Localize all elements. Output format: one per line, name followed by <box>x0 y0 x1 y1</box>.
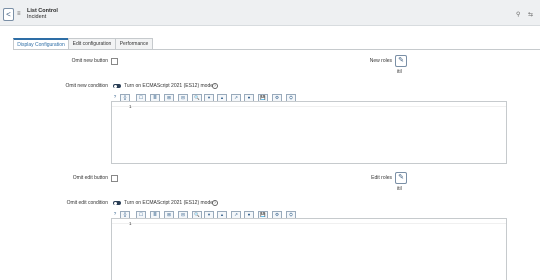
omit-new-condition-label: Omit new condition <box>65 83 108 89</box>
omit-edit-button-checkbox[interactable] <box>111 175 118 182</box>
help-icon[interactable]: ? <box>212 83 218 89</box>
current-line-highlight <box>112 106 506 107</box>
omit-new-button-label: Omit new button <box>71 58 108 64</box>
help-icon[interactable]: ? <box>111 94 119 100</box>
attachment-icon[interactable]: ⚲ <box>516 11 520 18</box>
es12-mode-label: Turn on ECMAScript 2021 (ES12) mode <box>124 83 214 89</box>
help-icon[interactable]: ? <box>212 200 218 206</box>
es12-mode-label-edit: Turn on ECMAScript 2021 (ES12) mode <box>124 200 214 206</box>
new-roles-label: New roles <box>369 58 392 64</box>
edit-roles-edit-button[interactable]: ✎ <box>395 172 407 184</box>
omit-new-button-checkbox[interactable] <box>111 58 118 65</box>
edit-roles-label: Edit roles <box>371 175 392 181</box>
edit-condition-script-editor[interactable]: 1 <box>111 218 507 280</box>
es12-mode-toggle-edit[interactable] <box>113 201 121 205</box>
omit-edit-condition-label: Omit edit condition <box>66 200 108 206</box>
more-options-icon[interactable]: ⇆ <box>528 11 533 18</box>
omit-edit-button-label: Omit edit button <box>72 175 108 181</box>
form-subtitle: Incident <box>27 14 47 20</box>
back-button[interactable]: < <box>3 8 14 21</box>
hamburger-menu-icon[interactable]: ≡ <box>17 11 21 17</box>
line-number: 1 <box>129 221 132 226</box>
edit-roles-value: itil <box>397 186 402 192</box>
new-roles-edit-button[interactable]: ✎ <box>395 55 407 67</box>
es12-mode-toggle[interactable] <box>113 84 121 88</box>
new-condition-script-editor[interactable]: 1 <box>111 101 507 164</box>
form-header: < ≡ List Control Incident ⚲ ⇆ <box>0 0 540 26</box>
tab-divider <box>13 49 540 50</box>
line-number: 1 <box>129 104 132 109</box>
current-line-highlight <box>112 223 506 224</box>
new-roles-value: itil <box>397 69 402 75</box>
help-icon[interactable]: ? <box>111 211 119 217</box>
